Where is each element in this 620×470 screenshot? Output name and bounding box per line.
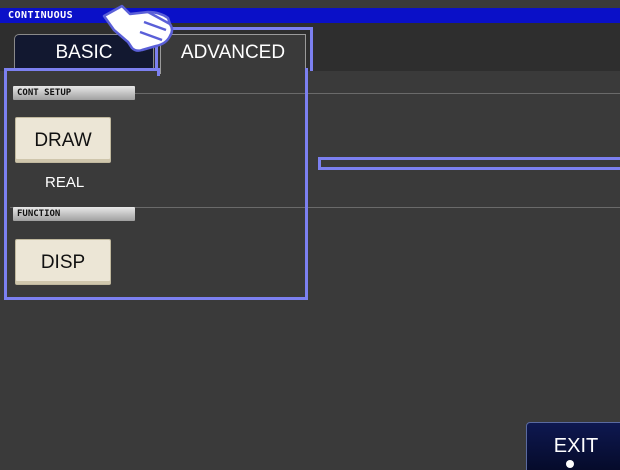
screen-title: CONTINUOUS [8,10,74,21]
pointing-hand-icon [102,4,174,52]
highlight-frame-joint [305,68,313,76]
title-bar: CONTINUOUS [0,8,620,23]
highlight-leader [318,157,620,170]
exit-indicator-dot [566,460,574,468]
instrument-screen: CONTINUOUS BASIC ADVANCED CONT SETUP DRA… [0,0,620,470]
highlight-spacer [310,27,318,35]
highlight-frame [4,68,308,300]
